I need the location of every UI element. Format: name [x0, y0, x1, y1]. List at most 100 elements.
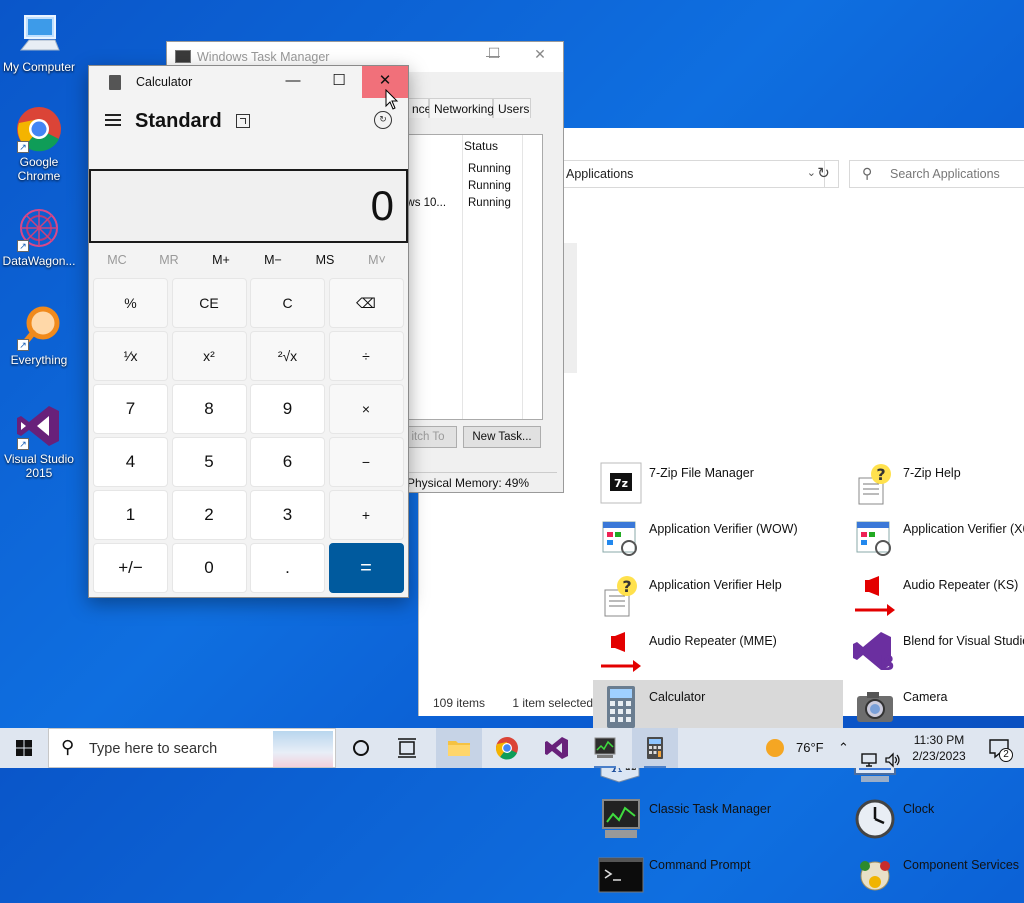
- calculator-header: Standard ↻: [89, 102, 408, 142]
- square-button[interactable]: x²: [171, 331, 247, 381]
- app-item[interactable]: Application Verifier (X6: [847, 512, 1024, 564]
- desktop-icon-visual-studio[interactable]: ↗ Visual Studio 2015: [0, 402, 78, 480]
- digit-9-button[interactable]: 9: [250, 384, 325, 434]
- reciprocal-button[interactable]: ¹⁄x: [93, 331, 168, 381]
- tab-performance[interactable]: nce: [407, 98, 431, 118]
- column-divider: [462, 135, 463, 419]
- maximize-button[interactable]: ☐: [316, 66, 362, 98]
- app-item[interactable]: Command Prompt: [593, 848, 843, 900]
- desktop-icon-label: Everything: [10, 353, 68, 367]
- start-button[interactable]: [0, 728, 48, 768]
- app-item[interactable]: Component Services: [847, 848, 1024, 900]
- desktop-icon-google-chrome[interactable]: ↗ Google Chrome: [0, 105, 78, 183]
- percent-button[interactable]: %: [93, 278, 168, 328]
- memory-recall-button[interactable]: MR: [143, 253, 195, 267]
- app-item[interactable]: 7z 7-Zip File Manager: [593, 456, 843, 508]
- app-item[interactable]: Audio Repeater (KS): [847, 568, 1024, 620]
- volume-icon[interactable]: [884, 740, 902, 780]
- notification-center-button[interactable]: 2: [980, 728, 1020, 768]
- backspace-button[interactable]: ⌫: [328, 278, 404, 328]
- negate-button[interactable]: +/−: [93, 543, 168, 593]
- memory-add-button[interactable]: M+: [195, 253, 247, 267]
- tab-networking[interactable]: Networking: [429, 98, 494, 118]
- taskbar-calculator[interactable]: [632, 728, 678, 768]
- task-list[interactable]: Status Running Running ows 10... Running: [400, 134, 543, 420]
- equals-button[interactable]: =: [328, 543, 404, 593]
- taskbar-chrome[interactable]: [484, 728, 530, 768]
- digit-1-button[interactable]: 1: [93, 490, 168, 540]
- app-item[interactable]: Application Verifier (WOW): [593, 512, 843, 564]
- multiply-button[interactable]: ×: [328, 384, 404, 434]
- minimize-button[interactable]: —: [270, 66, 316, 98]
- close-button[interactable]: ✕: [529, 46, 551, 63]
- taskbar-search-box[interactable]: ⚲ Type here to search: [48, 728, 336, 768]
- app-item[interactable]: Calculator: [593, 680, 843, 732]
- desktop-icon-datawagon[interactable]: ↗ DataWagon...: [0, 204, 78, 268]
- maximize-button[interactable]: ☐: [483, 45, 505, 62]
- desktop-icon-my-computer[interactable]: My Computer: [0, 10, 78, 74]
- taskbar-visual-studio[interactable]: [534, 728, 580, 768]
- app-item-label: Application Verifier Help: [649, 578, 782, 592]
- digit-5-button[interactable]: 5: [171, 437, 247, 487]
- app-item[interactable]: B Blend for Visual Studio: [847, 624, 1024, 676]
- memory-subtract-button[interactable]: M−: [247, 253, 299, 267]
- svg-text:7z: 7z: [614, 477, 628, 490]
- weather-widget[interactable]: 76°F: [764, 728, 832, 768]
- navigation-pane-edge[interactable]: [563, 243, 577, 373]
- digit-0-button[interactable]: 0: [171, 543, 247, 593]
- subtract-button[interactable]: −: [328, 437, 404, 487]
- tab-users[interactable]: Users: [493, 98, 531, 118]
- app-item[interactable]: Audio Repeater (MME): [593, 624, 843, 676]
- digit-8-button[interactable]: 8: [171, 384, 247, 434]
- hamburger-menu-icon[interactable]: [105, 114, 121, 129]
- new-task-button[interactable]: New Task...: [463, 426, 541, 448]
- network-icon[interactable]: [860, 740, 878, 780]
- svg-text:?: ?: [622, 577, 631, 596]
- digit-4-button[interactable]: 4: [93, 437, 168, 487]
- search-placeholder: Search Applications: [890, 167, 1000, 181]
- cortana-button[interactable]: [338, 728, 384, 768]
- notification-icon: [989, 739, 1009, 759]
- selected-count: 1 item selected: [512, 696, 594, 710]
- app-item[interactable]: Clock: [847, 792, 1024, 844]
- app-item[interactable]: Camera: [847, 680, 1024, 732]
- history-icon[interactable]: ↻: [374, 111, 392, 129]
- app-item[interactable]: ? 7-Zip Help: [847, 456, 1024, 508]
- app-item[interactable]: ? Application Verifier Help: [593, 568, 843, 620]
- clear-button[interactable]: C: [250, 278, 325, 328]
- keep-on-top-icon[interactable]: [236, 114, 250, 128]
- memory-clear-button[interactable]: MC: [91, 253, 143, 267]
- app-item[interactable]: Classic Task Manager: [593, 792, 843, 844]
- digit-6-button[interactable]: 6: [250, 437, 325, 487]
- digit-7-button[interactable]: 7: [93, 384, 168, 434]
- notification-badge: 2: [999, 748, 1013, 762]
- digit-2-button[interactable]: 2: [171, 490, 247, 540]
- status-column-header[interactable]: Status: [464, 139, 498, 153]
- desktop-icon-everything[interactable]: ↗ Everything: [0, 303, 78, 367]
- memory-list-button[interactable]: M˅: [351, 253, 403, 267]
- chevron-up-icon[interactable]: ⌃: [838, 740, 849, 760]
- search-icon: ⚲: [862, 165, 873, 181]
- taskbar-task-manager[interactable]: [582, 728, 628, 768]
- divide-button[interactable]: ÷: [328, 331, 404, 381]
- search-applications-input[interactable]: ⚲ Search Applications: [849, 160, 1024, 188]
- app-item-label: Audio Repeater (MME): [649, 634, 777, 648]
- memory-store-button[interactable]: MS: [299, 253, 351, 267]
- camera-icon: [851, 684, 899, 730]
- decimal-button[interactable]: .: [250, 543, 325, 593]
- refresh-button[interactable]: ↻: [809, 160, 839, 188]
- address-bar[interactable]: Applications ⌄: [559, 160, 825, 188]
- taskbar-file-explorer[interactable]: [436, 728, 482, 768]
- address-text: Applications: [566, 167, 634, 181]
- square-root-button[interactable]: ²√x: [250, 331, 325, 381]
- calculator-titlebar[interactable]: Calculator — ☐ ✕: [89, 66, 408, 98]
- clear-entry-button[interactable]: CE: [171, 278, 247, 328]
- calculator-icon: [647, 737, 663, 759]
- digit-3-button[interactable]: 3: [250, 490, 325, 540]
- app-item-label: Camera: [903, 690, 948, 704]
- task-view-button[interactable]: [384, 728, 430, 768]
- taskbar-clock[interactable]: 11:30 PM 2/23/2023: [902, 732, 976, 764]
- task-status: Running: [468, 197, 511, 209]
- add-button[interactable]: +: [328, 490, 404, 540]
- app-verifier-icon: [851, 516, 899, 562]
